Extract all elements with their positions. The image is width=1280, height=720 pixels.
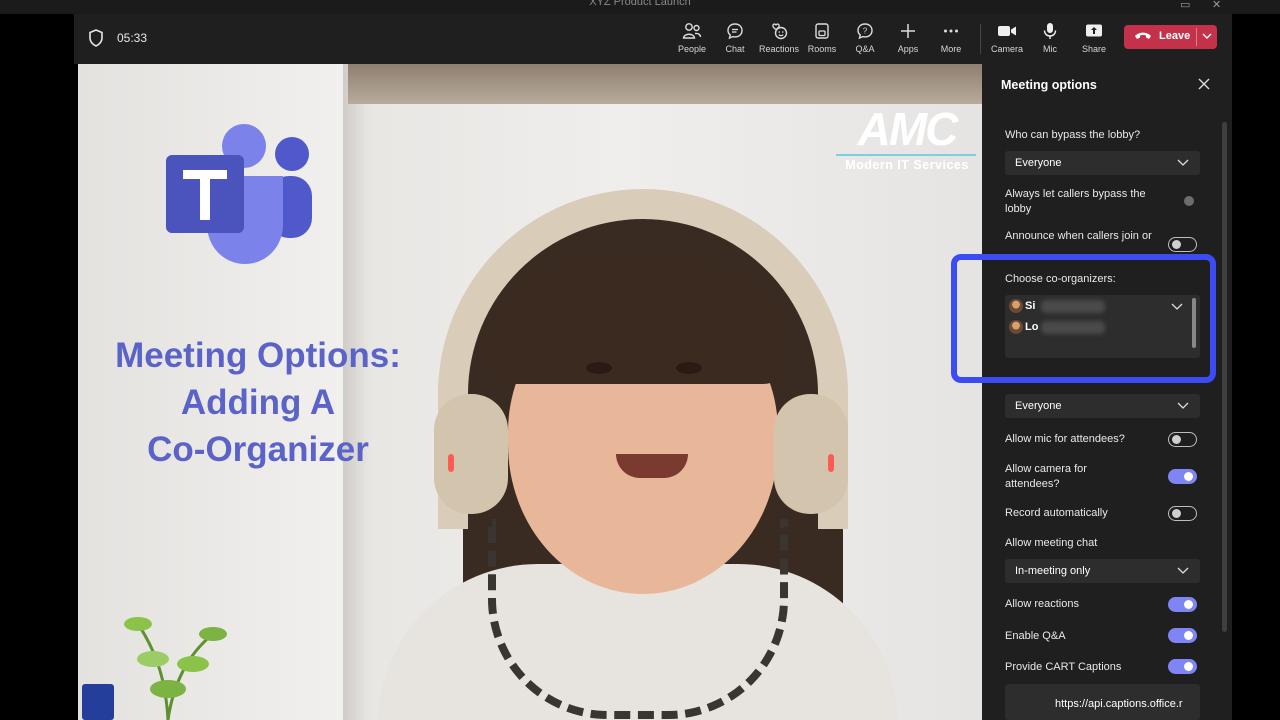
chat-label: Chat: [725, 44, 745, 54]
qna-icon: ?: [857, 23, 873, 40]
panel-scrollbar[interactable]: [1222, 122, 1227, 632]
phone-hangup-icon: [1135, 32, 1151, 39]
leave-button[interactable]: Leave: [1124, 25, 1217, 49]
reactions-toggle[interactable]: [1168, 597, 1197, 612]
participant-video: AMC Modern IT Services Meeting Options: …: [78, 64, 982, 720]
meeting-timer: 05:33: [117, 31, 148, 45]
overlay-title-line: Meeting Options:: [115, 336, 401, 375]
rooms-icon: [815, 23, 829, 39]
announce-toggle[interactable]: [1168, 237, 1197, 252]
more-icon: [944, 29, 958, 33]
mug-image: [82, 684, 114, 720]
amc-logo-rule: [836, 154, 976, 156]
apps-label: Apps: [897, 44, 919, 54]
share-button[interactable]: Share: [1072, 20, 1116, 60]
rooms-button[interactable]: Rooms: [800, 20, 844, 60]
overlay-title-line: Co-Organizer: [147, 430, 369, 469]
qna-button[interactable]: ? Q&A: [843, 20, 887, 60]
svg-text:?: ?: [863, 27, 868, 36]
share-icon: [1086, 24, 1102, 37]
headphones-earcup-right: [774, 394, 848, 514]
record-label: Record automatically: [1005, 507, 1108, 519]
mic-icon: [1043, 23, 1057, 39]
camera-button[interactable]: Camera: [985, 20, 1029, 60]
amc-brand-logo: AMC Modern IT Services: [834, 103, 980, 176]
meeting-toolbar: 05:33 People Chat Reactions Rooms ? Q&A …: [74, 14, 1232, 64]
headphones-earcup-left: [434, 394, 508, 514]
chevron-down-icon: [1177, 402, 1189, 409]
qna-label: Q&A: [855, 44, 875, 54]
presenters-select[interactable]: Everyone: [1005, 394, 1200, 418]
captions-url-field[interactable]: https://api.captions.office.r: [1005, 684, 1200, 720]
mic-label: Mic: [1043, 44, 1057, 54]
share-label: Share: [1081, 44, 1107, 54]
mic-attendees-toggle[interactable]: [1168, 432, 1197, 447]
mic-attendees-label: Allow mic for attendees?: [1005, 433, 1125, 445]
window-close-icon[interactable]: ✕: [1212, 0, 1221, 11]
chat-icon: [727, 23, 743, 40]
meeting-chat-select[interactable]: In-meeting only: [1005, 559, 1200, 583]
chat-button[interactable]: Chat: [713, 20, 757, 60]
camera-attendees-label: Allow camera for attendees?: [1005, 463, 1087, 490]
people-button[interactable]: People: [670, 20, 714, 60]
overlay-title-line: Adding A: [180, 383, 336, 422]
announce-label: Announce when callers join or leave: [1005, 230, 1152, 242]
window-restore-icon[interactable]: ▭: [1180, 0, 1190, 11]
panel-title: Meeting options: [1001, 78, 1097, 92]
plant-image: [124, 617, 227, 720]
bypass-lobby-select[interactable]: Everyone: [1005, 151, 1200, 175]
leave-divider: [1196, 28, 1197, 46]
more-button[interactable]: More: [929, 20, 973, 60]
camera-attendees-toggle[interactable]: [1168, 469, 1197, 484]
camera-label: Camera: [990, 44, 1023, 54]
captions-url-value: https://api.captions.office.r: [1055, 698, 1183, 710]
meeting-chat-label: Allow meeting chat: [1005, 537, 1098, 549]
cart-captions-toggle[interactable]: [1168, 659, 1197, 674]
callers-bypass-toggle: [1184, 196, 1194, 206]
meeting-options-panel: Meeting options Who can bypass the lobby…: [982, 64, 1232, 720]
reactions-label: Reactions: [758, 44, 800, 54]
bypass-lobby-value: Everyone: [1015, 157, 1062, 169]
chevron-down-icon: [1177, 159, 1189, 166]
mic-button[interactable]: Mic: [1028, 20, 1072, 60]
presenters-value: Everyone: [1015, 400, 1062, 412]
plus-icon: [901, 24, 915, 38]
overlay-title: Meeting Options: Adding A Co-Organizer: [78, 332, 438, 473]
more-label: More: [940, 44, 962, 54]
window-title: XYZ Product Launch: [589, 0, 691, 8]
reactions-icon: [772, 23, 788, 40]
apps-button[interactable]: Apps: [886, 20, 930, 60]
chevron-down-icon: [1177, 567, 1189, 574]
record-toggle[interactable]: [1168, 506, 1197, 521]
leave-label: Leave: [1159, 30, 1191, 42]
callers-bypass-label: Always let callers bypass the lobby: [1005, 188, 1146, 215]
cart-captions-label: Provide CART Captions: [1005, 661, 1122, 673]
amc-logo-subtitle: Modern IT Services: [845, 158, 969, 172]
ceiling-beam: [348, 64, 982, 104]
window-titlebar: XYZ Product Launch ▭ ✕: [0, 0, 1280, 14]
meeting-chat-value: In-meeting only: [1015, 565, 1091, 577]
coorganizers-highlight-box: [951, 254, 1216, 383]
teams-logo-icon: [166, 124, 312, 264]
headphones-led: [448, 454, 454, 472]
rooms-label: Rooms: [807, 44, 837, 54]
bypass-lobby-label: Who can bypass the lobby?: [1005, 129, 1141, 141]
chevron-down-icon[interactable]: [1201, 29, 1213, 43]
reactions-option-label: Allow reactions: [1005, 598, 1079, 610]
qna-option-label: Enable Q&A: [1005, 630, 1066, 642]
close-icon[interactable]: [1196, 76, 1212, 92]
qna-toggle[interactable]: [1168, 628, 1197, 643]
people-label: People: [677, 44, 707, 54]
camera-icon: [998, 26, 1016, 36]
people-icon: [682, 23, 702, 39]
amc-logo-word: AMC: [857, 103, 959, 155]
toolbar-divider: [980, 24, 981, 54]
reactions-button[interactable]: Reactions: [757, 20, 801, 60]
headphones-led: [828, 454, 834, 472]
shield-icon: [89, 29, 103, 47]
